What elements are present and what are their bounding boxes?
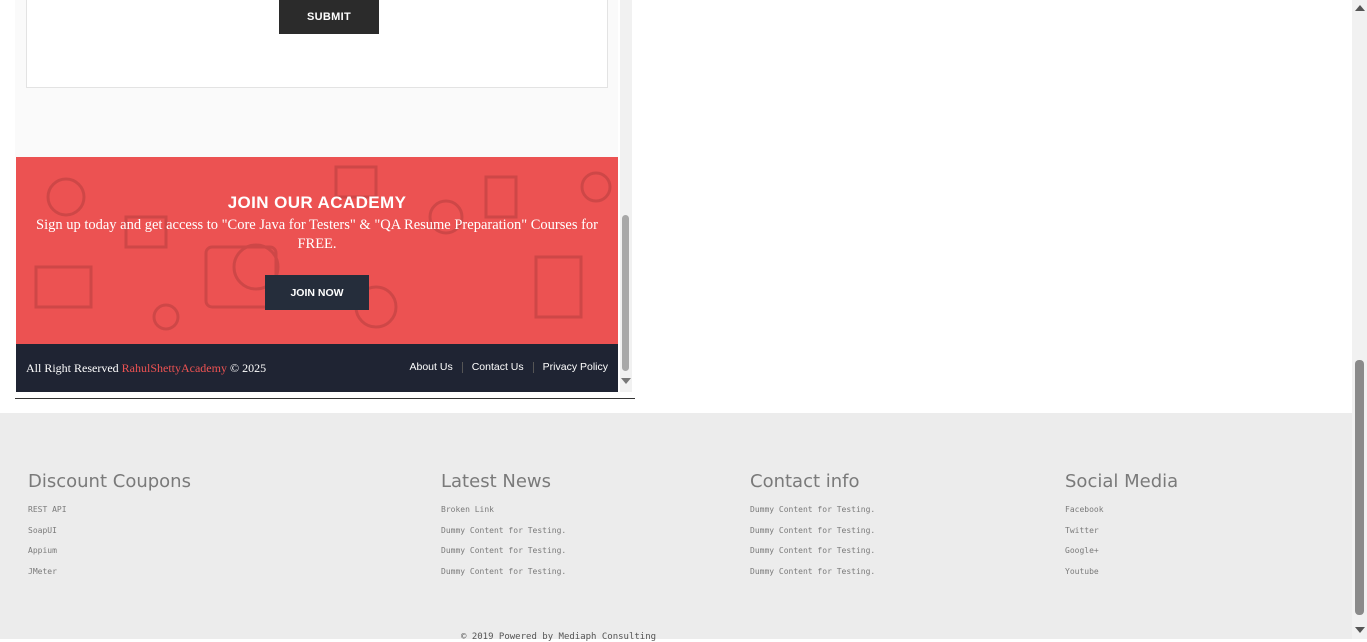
list-item: Dummy Content for Testing. (441, 566, 566, 587)
footer-link[interactable]: REST API (28, 505, 67, 514)
join-description: Sign up today and get access to "Core Ja… (36, 217, 598, 252)
list-item: Dummy Content for Testing. (441, 525, 566, 546)
scroll-up-icon[interactable] (1355, 5, 1365, 11)
footer-link[interactable]: Dummy Content for Testing. (750, 567, 875, 576)
join-title: JOIN OUR ACADEMY (227, 193, 407, 212)
scroll-down-icon[interactable] (1355, 627, 1365, 633)
copyright-prefix: All Right Reserved (26, 361, 119, 375)
list-item: Dummy Content for Testing. (750, 525, 875, 546)
frame-scrollbar[interactable] (620, 0, 632, 392)
footer-link[interactable]: Dummy Content for Testing. (750, 505, 875, 514)
footer-link[interactable]: Dummy Content for Testing. (441, 567, 566, 576)
list-item: Broken Link (441, 504, 566, 525)
footer-links: About Us Contact Us Privacy Policy (401, 362, 608, 373)
footer-link[interactable]: Dummy Content for Testing. (441, 526, 566, 535)
list-item: Facebook (1065, 504, 1178, 525)
about-us-link[interactable]: About Us (401, 362, 462, 373)
footer-link[interactable]: Dummy Content for Testing. (441, 546, 566, 555)
footer-link[interactable]: Dummy Content for Testing. (750, 526, 875, 535)
copyright-year: © 2025 (229, 361, 267, 375)
facebook-link[interactable]: Facebook (1065, 505, 1104, 514)
page-scrollbar-thumb[interactable] (1355, 360, 1364, 615)
list-item: Dummy Content for Testing. (441, 545, 566, 566)
form-container: SUBMIT (26, 0, 608, 88)
list-item: Google+ (1065, 545, 1178, 566)
footer-column-discount-coupons: Discount Coupons REST API SoapUI Appium … (28, 471, 191, 586)
site-footer: Discount Coupons REST API SoapUI Appium … (0, 413, 1352, 642)
frame-scrollbar-thumb[interactable] (622, 215, 629, 371)
join-now-button[interactable]: JOIN NOW (265, 275, 369, 310)
google-plus-link[interactable]: Google+ (1065, 546, 1099, 555)
frame-footer-bar: All Right Reserved RahulShettyAcademy © … (16, 344, 618, 392)
submit-button[interactable]: SUBMIT (279, 0, 379, 34)
list-item: REST API (28, 504, 191, 525)
column-title: Discount Coupons (28, 471, 191, 492)
footer-column-social-media: Social Media Facebook Twitter Google+ Yo… (1065, 471, 1178, 586)
column-title: Social Media (1065, 471, 1179, 492)
frame-border (15, 398, 635, 399)
privacy-policy-link[interactable]: Privacy Policy (532, 362, 608, 373)
footer-column-contact-info: Contact info Dummy Content for Testing. … (750, 471, 875, 586)
footer-link[interactable]: Dummy Content for Testing. (750, 546, 875, 555)
footer-link[interactable]: Appium (28, 546, 57, 555)
list-item: Dummy Content for Testing. (750, 545, 875, 566)
contact-us-link[interactable]: Contact Us (461, 362, 533, 373)
footer-column-latest-news: Latest News Broken Link Dummy Content fo… (441, 471, 566, 586)
list-item: Youtube (1065, 566, 1178, 587)
list-item: JMeter (28, 566, 191, 587)
scroll-down-icon[interactable] (621, 378, 631, 384)
copyright-text: All Right Reserved RahulShettyAcademy © … (26, 361, 266, 376)
list-item: Dummy Content for Testing. (750, 504, 875, 525)
column-title: Latest News (441, 471, 551, 492)
footer-link[interactable]: JMeter (28, 567, 57, 576)
powered-by-text: © 2019 Powered by Mediaph Consulting (461, 632, 657, 642)
embedded-frame: SUBMIT JOIN OUR ACADEMY Sign up today an… (15, 0, 635, 400)
footer-link[interactable]: SoapUI (28, 526, 57, 535)
footer-link[interactable]: Broken Link (441, 505, 494, 514)
join-academy-banner: JOIN OUR ACADEMY Sign up today and get a… (16, 157, 618, 344)
column-title: Contact info (750, 471, 860, 492)
list-item: Twitter (1065, 525, 1178, 546)
youtube-link[interactable]: Youtube (1065, 567, 1099, 576)
list-item: Dummy Content for Testing. (750, 566, 875, 587)
list-item: Appium (28, 545, 191, 566)
brand-link[interactable]: RahulShettyAcademy (122, 361, 227, 375)
twitter-link[interactable]: Twitter (1065, 526, 1099, 535)
page-scrollbar[interactable] (1352, 0, 1367, 639)
list-item: SoapUI (28, 525, 191, 546)
